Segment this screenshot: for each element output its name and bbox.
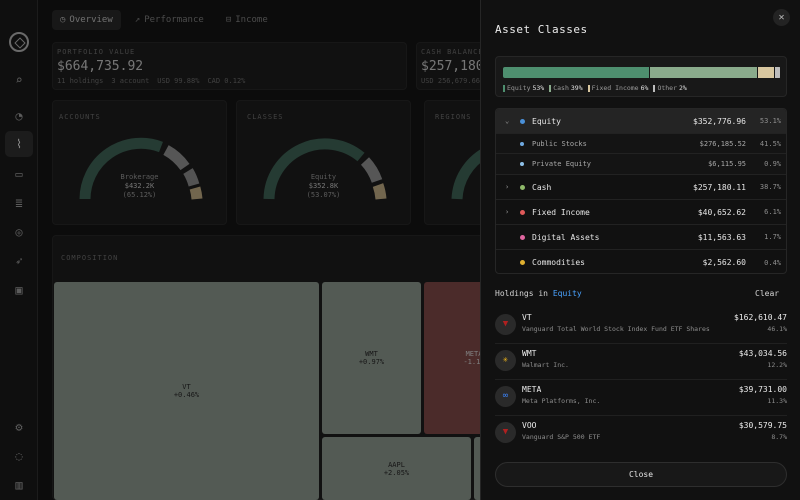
holdings-heading: Holdings in Equity [495, 289, 582, 298]
legend-item-fixed-income: Fixed Income 6% [587, 84, 648, 92]
class-row-equity[interactable]: ⌄ Equity $352,776.96 53.1% [496, 109, 786, 134]
subclass-row-private-equity[interactable]: Private Equity $6,115.95 0.9% [496, 154, 786, 175]
holding-name: Meta Platforms, Inc. [522, 397, 601, 405]
holding-ticker: META [522, 385, 542, 394]
tab-income[interactable]: ⊟ Income [218, 10, 276, 30]
allocation-segment-fixed-income[interactable] [758, 67, 774, 78]
holding-ticker: VOO [522, 421, 537, 430]
sidebar-icon[interactable]: ▥ [11, 477, 27, 493]
portfolio-meta: 11 holdings 3 account USD 99.88% CAD 0.1… [57, 77, 246, 85]
subclass-row-public-stocks[interactable]: Public Stocks $276,185.52 41.5% [496, 134, 786, 154]
equity-dot [520, 118, 525, 124]
logo-icon[interactable] [9, 32, 29, 52]
top-tabs: ◷ Overview ↗ Performance ⊟ Income [52, 10, 276, 30]
holdings-filter[interactable]: Equity [553, 289, 582, 298]
wallet-icon[interactable]: ▭ [11, 166, 27, 182]
allocation-segment-cash[interactable] [650, 67, 757, 78]
left-rail: ⌕ ◔ ⌇ ▭ ≣ ◎ ➶ ▣ ⚙ ◌ ▥ [0, 0, 38, 500]
trend-icon: ↗ [134, 15, 141, 25]
accounts-gauge [79, 137, 203, 200]
treemap-tile-vt[interactable]: VT +0.46% [54, 282, 319, 500]
holding-pct: 11.3% [767, 397, 787, 405]
panel-title: Asset Classes [495, 23, 588, 36]
legend-swatch [503, 84, 505, 92]
holding-name: Vanguard S&P 500 ETF [522, 433, 601, 441]
portfolio-label: PORTFOLIO VALUE [57, 48, 136, 56]
holding-row-vt[interactable]: ▼ VT Vanguard Total World Stock Index Fund… [495, 309, 787, 344]
chevron-right-icon[interactable]: › [505, 208, 509, 216]
holding-value: $30,579.75 [738, 421, 787, 430]
fixed-income-dot [520, 209, 525, 215]
holding-ticker: WMT [522, 349, 537, 358]
target-icon[interactable]: ◎ [11, 224, 27, 240]
classes-card: CLASSES Equity $352.8K (53.07%) [236, 100, 411, 225]
holding-name: Vanguard Total World Stock Index Fund ET… [522, 325, 710, 333]
allocation-segment-other[interactable] [775, 67, 780, 78]
cash-dot [520, 184, 525, 190]
treemap-tile-wmt[interactable]: WMT +0.97% [322, 282, 421, 434]
meta-logo-icon: ∞ [495, 386, 516, 407]
portfolio-card: PORTFOLIO VALUE $664,735.92 11 holdings … [52, 42, 407, 90]
accounts-card: ACCOUNTS Brokerage $432.2K (65.12%) [52, 100, 227, 225]
digital-assets-dot [520, 234, 525, 240]
search-icon[interactable]: ⌕ [11, 72, 27, 88]
walmart-logo-icon: ✳ [495, 350, 516, 371]
holding-value: $43,034.56 [738, 349, 787, 358]
legend-swatch [587, 84, 590, 92]
asset-class-table: ⌄ Equity $352,776.96 53.1% Public Stocks… [495, 108, 787, 274]
clock-icon: ◷ [60, 15, 66, 25]
chart-icon[interactable]: ⌇ [5, 131, 33, 157]
vanguard-logo-icon: ▼ [495, 314, 516, 335]
treemap-tile-aapl[interactable]: AAPL +2.05% [322, 437, 471, 500]
eye-off-icon[interactable]: ◌ [11, 448, 27, 464]
holding-pct: 8.7% [771, 433, 787, 441]
list-icon[interactable]: ≣ [11, 195, 27, 211]
holding-pct: 12.2% [767, 361, 787, 369]
chevron-right-icon[interactable]: › [505, 183, 509, 191]
allocation-bar [503, 67, 781, 78]
holding-value: $39,731.00 [738, 385, 787, 394]
close-icon[interactable]: ✕ [773, 9, 790, 26]
legend-item-equity: Equity 53% [503, 84, 544, 92]
vanguard-logo-icon: ▼ [495, 422, 516, 443]
legend-item-cash: Cash 39% [549, 84, 583, 92]
private-equity-dot [520, 162, 524, 166]
dashboard-icon[interactable]: ◔ [11, 108, 27, 124]
allocation-legend: Equity 53% Cash 39% Fixed Income 6% Other 2% [503, 84, 687, 92]
class-row-digital-assets[interactable]: Digital Assets $11,563.63 1.7% [496, 225, 786, 250]
legend-swatch [549, 84, 552, 92]
tab-overview[interactable]: ◷ Overview [52, 10, 121, 30]
legend-swatch [653, 84, 656, 92]
holding-row-wmt[interactable]: ✳ WMT Walmart Inc. $43,034.56 12.2% [495, 345, 787, 380]
allocation-card: Equity 53% Cash 39% Fixed Income 6% Other 2% [495, 56, 787, 97]
tab-performance[interactable]: ↗ Performance [127, 10, 212, 30]
settings-icon[interactable]: ⚙ [11, 419, 27, 435]
income-icon: ⊟ [225, 15, 232, 25]
public-stocks-dot [520, 141, 524, 146]
asset-classes-panel: Asset Classes ✕ Equity 53% Cash 39% Fixed In… [480, 0, 800, 500]
classes-gauge [263, 138, 387, 200]
holding-row-meta[interactable]: ∞ META Meta Platforms, Inc. $39,731.00 11.3% [495, 381, 787, 416]
allocation-segment-equity[interactable] [503, 67, 649, 78]
clear-button[interactable]: Clear [755, 289, 779, 298]
portfolio-value: $664,735.92 [57, 59, 144, 74]
holding-ticker: VT [522, 313, 532, 322]
holding-row-voo[interactable]: ▼ VOO Vanguard S&P 500 ETF $30,579.75 8.7% [495, 417, 787, 452]
holding-name: Walmart Inc. [522, 361, 569, 369]
legend-item-other: Other 2% [653, 84, 687, 92]
holding-value: $162,610.47 [734, 313, 787, 322]
chevron-down-icon[interactable]: ⌄ [505, 117, 509, 125]
class-row-commodities[interactable]: Commodities $2,562.60 0.4% [496, 250, 786, 273]
briefcase-icon[interactable]: ▣ [11, 282, 27, 298]
commodities-dot [520, 260, 525, 265]
class-row-fixed-income[interactable]: › Fixed Income $40,652.62 6.1% [496, 200, 786, 225]
close-button[interactable]: Close [495, 462, 787, 487]
holding-pct: 46.1% [767, 325, 787, 333]
rocket-icon[interactable]: ➶ [11, 253, 27, 269]
class-row-cash[interactable]: › Cash $257,180.11 38.7% [496, 175, 786, 200]
